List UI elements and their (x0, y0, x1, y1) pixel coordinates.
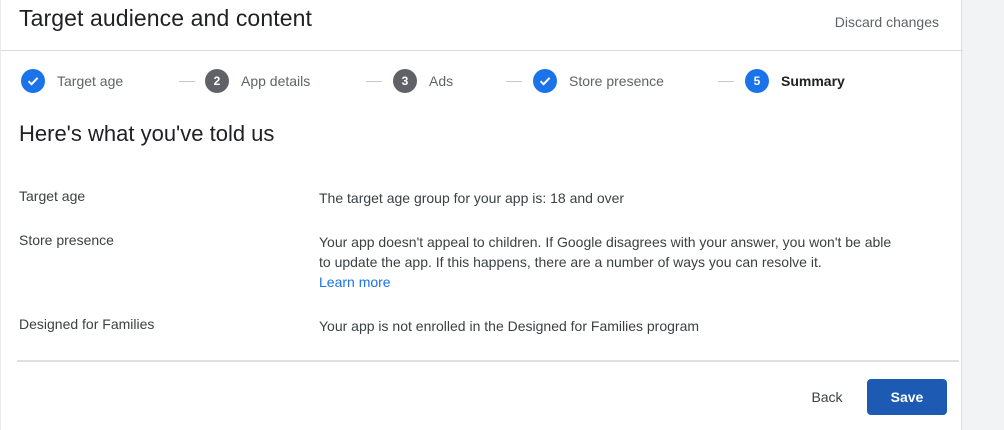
step-label: Target age (57, 73, 124, 89)
step-app-details[interactable]: 2 App details (205, 68, 310, 94)
learn-more-link[interactable]: Learn more (319, 272, 919, 292)
step-label: Ads (429, 73, 454, 89)
back-button[interactable]: Back (797, 380, 857, 414)
step-target-age[interactable]: Target age (21, 68, 123, 94)
row-label: Target age (19, 188, 86, 204)
row-value: The target age group for your app is: 18… (319, 190, 625, 206)
step-label: App details (241, 73, 311, 89)
step-label: Store presence (569, 73, 664, 89)
step-label: Summary (781, 73, 845, 89)
stepper: Target age 2 App details 3 Ads Store pre… (19, 68, 949, 94)
save-button[interactable]: Save (867, 379, 947, 415)
step-store-presence[interactable]: Store presence (533, 68, 664, 94)
discard-changes-button[interactable]: Discard changes (835, 14, 939, 30)
row-value: Your app is not enrolled in the Designed… (319, 318, 700, 334)
check-icon (21, 69, 45, 93)
content-card: Target audience and content Discard chan… (0, 0, 963, 430)
step-number: 2 (205, 69, 229, 93)
step-connector (179, 81, 195, 82)
step-ads[interactable]: 3 Ads (393, 68, 453, 94)
row-label: Designed for Families (19, 316, 155, 332)
page-title: Target audience and content (19, 5, 312, 31)
footer-divider (17, 360, 959, 362)
step-number: 3 (393, 69, 417, 93)
step-number: 5 (745, 69, 769, 93)
row-value: Your app doesn't appeal to children. If … (319, 232, 919, 292)
row-value-line: Your app doesn't appeal to children. If … (319, 234, 892, 250)
step-connector (718, 81, 734, 82)
summary-title: Here's what you've told us (19, 121, 275, 146)
step-connector (366, 81, 382, 82)
check-icon (533, 69, 557, 93)
page-header: Target audience and content Discard chan… (1, 0, 963, 51)
row-value-line: to update the app. If this happens, ther… (319, 254, 822, 270)
step-connector (506, 81, 522, 82)
step-summary[interactable]: 5 Summary (745, 68, 845, 94)
row-label: Store presence (19, 232, 114, 248)
